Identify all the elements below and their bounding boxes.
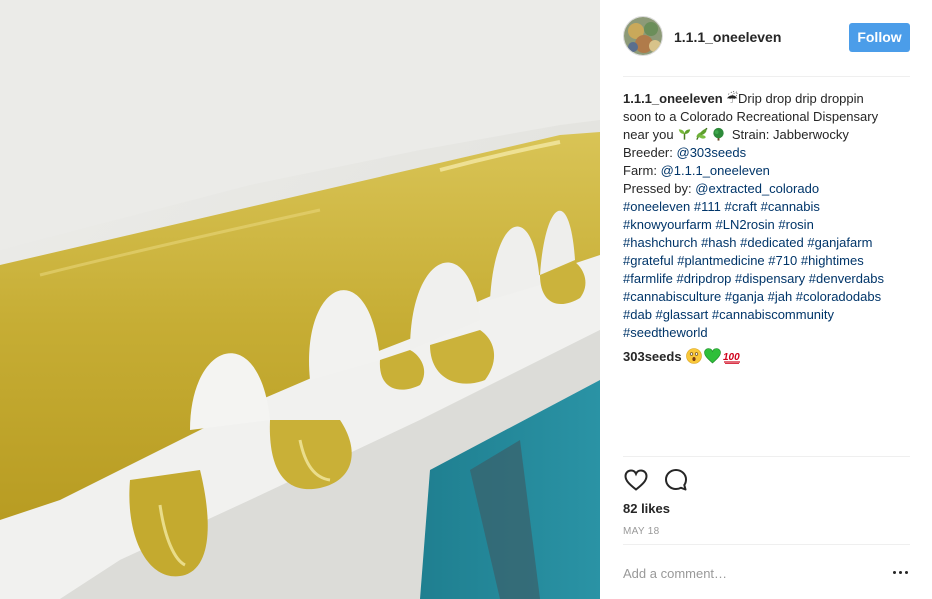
hashtag-link[interactable]: #dab	[623, 307, 652, 322]
hashtag-link[interactable]: #plantmedicine	[677, 253, 764, 268]
hashtag-link[interactable]: #grateful	[623, 253, 674, 268]
add-comment-input[interactable]	[623, 563, 873, 583]
hundred-points-emoji: 100	[723, 352, 740, 364]
farm-mention-link[interactable]: @1.1.1_oneeleven	[661, 163, 770, 178]
hashtag-link[interactable]: #glassart	[656, 307, 709, 322]
hashtag-link[interactable]: #hash	[701, 235, 736, 250]
hashtag-link[interactable]: #dispensary	[735, 271, 805, 286]
post-caption: 1.1.1_oneeleven ☔Drip drop drip droppin …	[623, 90, 910, 342]
hashtag-link[interactable]: #111	[694, 199, 721, 214]
hashtag-link[interactable]: #coloradodabs	[796, 289, 881, 304]
comment-box-divider	[623, 544, 910, 545]
ellipsis-dot	[893, 571, 896, 574]
seedling-emoji	[679, 129, 691, 140]
header-divider	[623, 76, 910, 77]
hashtag-link[interactable]: #ganjafarm	[807, 235, 872, 250]
ellipsis-dot	[905, 571, 908, 574]
hashtag-link[interactable]: #jah	[768, 289, 793, 304]
actions-divider	[623, 456, 910, 457]
caption-line-3: near you Strain: Jabberwocky	[623, 126, 910, 144]
hashtag-line: #farmlife #dripdrop #dispensary #denverd…	[623, 270, 910, 288]
hashtag-link[interactable]: #hashchurch	[623, 235, 697, 250]
hashtag-link[interactable]: #710	[768, 253, 797, 268]
hashtag-link[interactable]: #rosin	[778, 217, 813, 232]
hashtag-line: #seedtheworld	[623, 324, 910, 342]
caption-text-2: soon to a Colorado Recreational Dispensa…	[623, 109, 879, 124]
hashtag-link[interactable]: #ganja	[725, 289, 764, 304]
post-image[interactable]	[0, 0, 600, 599]
hashtag-link[interactable]: #oneeleven	[623, 199, 690, 214]
hashtag-line: #hashchurch #hash #dedicated #ganjafarm	[623, 234, 910, 252]
svg-text:100: 100	[723, 352, 740, 363]
hashtag-link[interactable]: #denverdabs	[809, 271, 884, 286]
hashtag-link[interactable]: #dedicated	[740, 235, 804, 250]
hashtag-link[interactable]: #cannabiscommunity	[712, 307, 834, 322]
hashtag-line: #dab #glassart #cannabiscommunity	[623, 306, 910, 324]
green-heart-emoji	[703, 348, 721, 364]
rosin-drip-photo	[0, 0, 600, 599]
comment-item: 303seeds 100	[623, 348, 743, 366]
hashtag-link[interactable]: #dripdrop	[676, 271, 731, 286]
caption-line-pressed: Pressed by: @extracted_colorado	[623, 180, 910, 198]
caption-text-3b: Strain: Jabberwocky	[731, 127, 849, 142]
hashtag-link[interactable]: #cannabis	[761, 199, 820, 214]
hashtag-link[interactable]: #craft	[724, 199, 757, 214]
herb-emoji	[696, 127, 708, 140]
hashtag-link[interactable]: #knowyourfarm	[623, 217, 712, 232]
caption-line-1: 1.1.1_oneeleven ☔Drip drop drip droppin	[623, 90, 910, 108]
astonished-face-emoji	[685, 348, 702, 364]
hashtag-link[interactable]: #cannabisculture	[623, 289, 721, 304]
caption-text-1: ☔Drip drop drip droppin	[726, 91, 864, 106]
post-date[interactable]: MAY 18	[623, 526, 659, 537]
avatar-image	[624, 17, 662, 55]
post-details-panel: 1.1.1_oneeleven Follow 1.1.1_oneeleven ☔…	[600, 0, 932, 599]
caption-line-breeder: Breeder: @303seeds	[623, 144, 910, 162]
post-actions	[623, 467, 910, 493]
breeder-label: Breeder:	[623, 145, 673, 160]
avatar[interactable]	[623, 16, 663, 56]
pressed-by-mention-link[interactable]: @extracted_colorado	[695, 181, 819, 196]
hashtag-line: #cannabisculture #ganja #jah #coloradoda…	[623, 288, 910, 306]
caption-username[interactable]: 1.1.1_oneeleven	[623, 91, 723, 106]
caption-line-farm: Farm: @1.1.1_oneeleven	[623, 162, 910, 180]
ellipsis-icon[interactable]	[891, 566, 911, 580]
hashtag-link[interactable]: #seedtheworld	[623, 325, 708, 340]
tree-emoji	[713, 127, 724, 141]
hashtag-link[interactable]: #hightimes	[801, 253, 864, 268]
hashtag-link[interactable]: #farmlife	[623, 271, 673, 286]
pressed-by-label: Pressed by:	[623, 181, 692, 196]
follow-button[interactable]: Follow	[849, 23, 910, 52]
speech-bubble-icon[interactable]	[663, 467, 689, 493]
hashtag-link[interactable]: #LN2rosin	[716, 217, 775, 232]
caption-text-3a: near you	[623, 127, 674, 142]
like-count[interactable]: 82 likes	[623, 501, 670, 516]
farm-label: Farm:	[623, 163, 657, 178]
comment-username[interactable]: 303seeds	[623, 349, 682, 364]
breeder-mention-link[interactable]: @303seeds	[677, 145, 747, 160]
heart-outline-icon[interactable]	[623, 467, 649, 493]
post-author-username[interactable]: 1.1.1_oneeleven	[674, 29, 781, 45]
hashtag-line: #oneeleven #111 #craft #cannabis	[623, 198, 910, 216]
hashtag-line: #knowyourfarm #LN2rosin #rosin	[623, 216, 910, 234]
post-header: 1.1.1_oneeleven Follow	[623, 16, 910, 60]
ellipsis-dot	[899, 571, 902, 574]
hashtag-line: #grateful #plantmedicine #710 #hightimes	[623, 252, 910, 270]
